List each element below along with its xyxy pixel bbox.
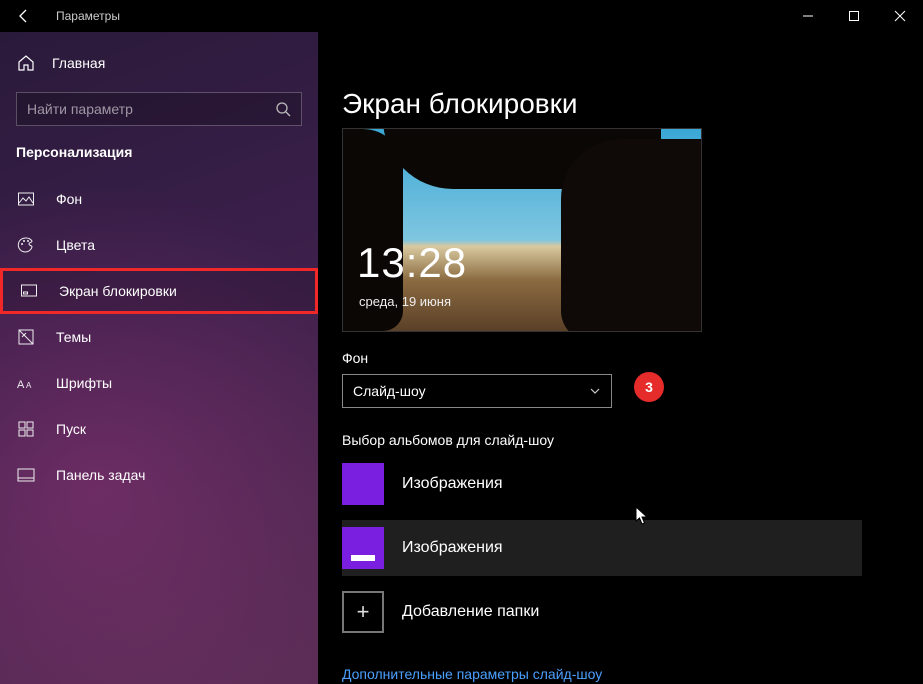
sidebar-item-colors[interactable]: Цвета [0,222,318,268]
svg-text:A: A [26,381,32,390]
minimize-button[interactable] [785,0,831,32]
titlebar: Параметры [0,0,923,32]
plus-icon: + [342,591,384,633]
section-title: Персонализация [0,144,318,176]
home-button[interactable]: Главная [0,40,318,86]
sidebar-item-label: Цвета [56,237,95,253]
sidebar-item-label: Экран блокировки [59,283,177,299]
sidebar-item-label: Шрифты [56,375,112,391]
palette-icon [16,236,36,254]
picture-icon [16,190,36,208]
sidebar-item-themes[interactable]: Темы [0,314,318,360]
folder-thumb-icon [342,527,384,569]
background-dropdown[interactable]: Слайд-шоу [342,374,612,408]
add-folder-label: Добавление папки [402,603,539,621]
search-input[interactable] [27,101,275,117]
sidebar-item-fonts[interactable]: AA Шрифты [0,360,318,406]
close-button[interactable] [877,0,923,32]
maximize-button[interactable] [831,0,877,32]
back-button[interactable] [0,8,48,24]
home-label: Главная [52,55,105,71]
sidebar-item-label: Темы [56,329,91,345]
sidebar-item-start[interactable]: Пуск [0,406,318,452]
sidebar-item-taskbar[interactable]: Панель задач [0,452,318,498]
advanced-settings-link[interactable]: Дополнительные параметры слайд-шоу [342,666,602,682]
sidebar-item-label: Панель задач [56,467,145,483]
add-folder-button[interactable]: + Добавление папки [342,584,899,640]
dropdown-value: Слайд-шоу [353,383,426,399]
preview-time: 13:28 [357,239,467,287]
sidebar-item-background[interactable]: Фон [0,176,318,222]
themes-icon [16,328,36,346]
sidebar-item-label: Фон [56,191,82,207]
lockscreen-preview: 13:28 среда, 19 июня [342,128,702,332]
albums-label: Выбор альбомов для слайд-шоу [342,432,899,448]
album-label: Изображения [402,475,503,493]
album-label: Изображения [402,539,503,557]
home-icon [16,54,36,72]
search-icon [275,101,291,117]
album-item[interactable]: Изображения [342,520,862,576]
album-item[interactable]: Изображения [342,456,899,512]
background-label: Фон [342,350,899,366]
page-title: Экран блокировки [342,88,899,120]
window-title: Параметры [48,9,785,23]
sidebar-item-label: Пуск [56,421,86,437]
search-input-container[interactable] [16,92,302,126]
taskbar-icon [16,468,36,482]
start-icon [16,421,36,437]
folder-thumb-icon [342,463,384,505]
chevron-down-icon [589,385,601,397]
sidebar: Главная Персонализация Фон Цвета [0,32,318,684]
fonts-icon: AA [16,375,36,391]
sidebar-item-lockscreen[interactable]: Экран блокировки [0,268,318,314]
lockscreen-icon [19,282,39,300]
svg-text:A: A [17,379,25,391]
preview-date: среда, 19 июня [359,294,451,309]
annotation-badge: 3 [634,372,664,402]
